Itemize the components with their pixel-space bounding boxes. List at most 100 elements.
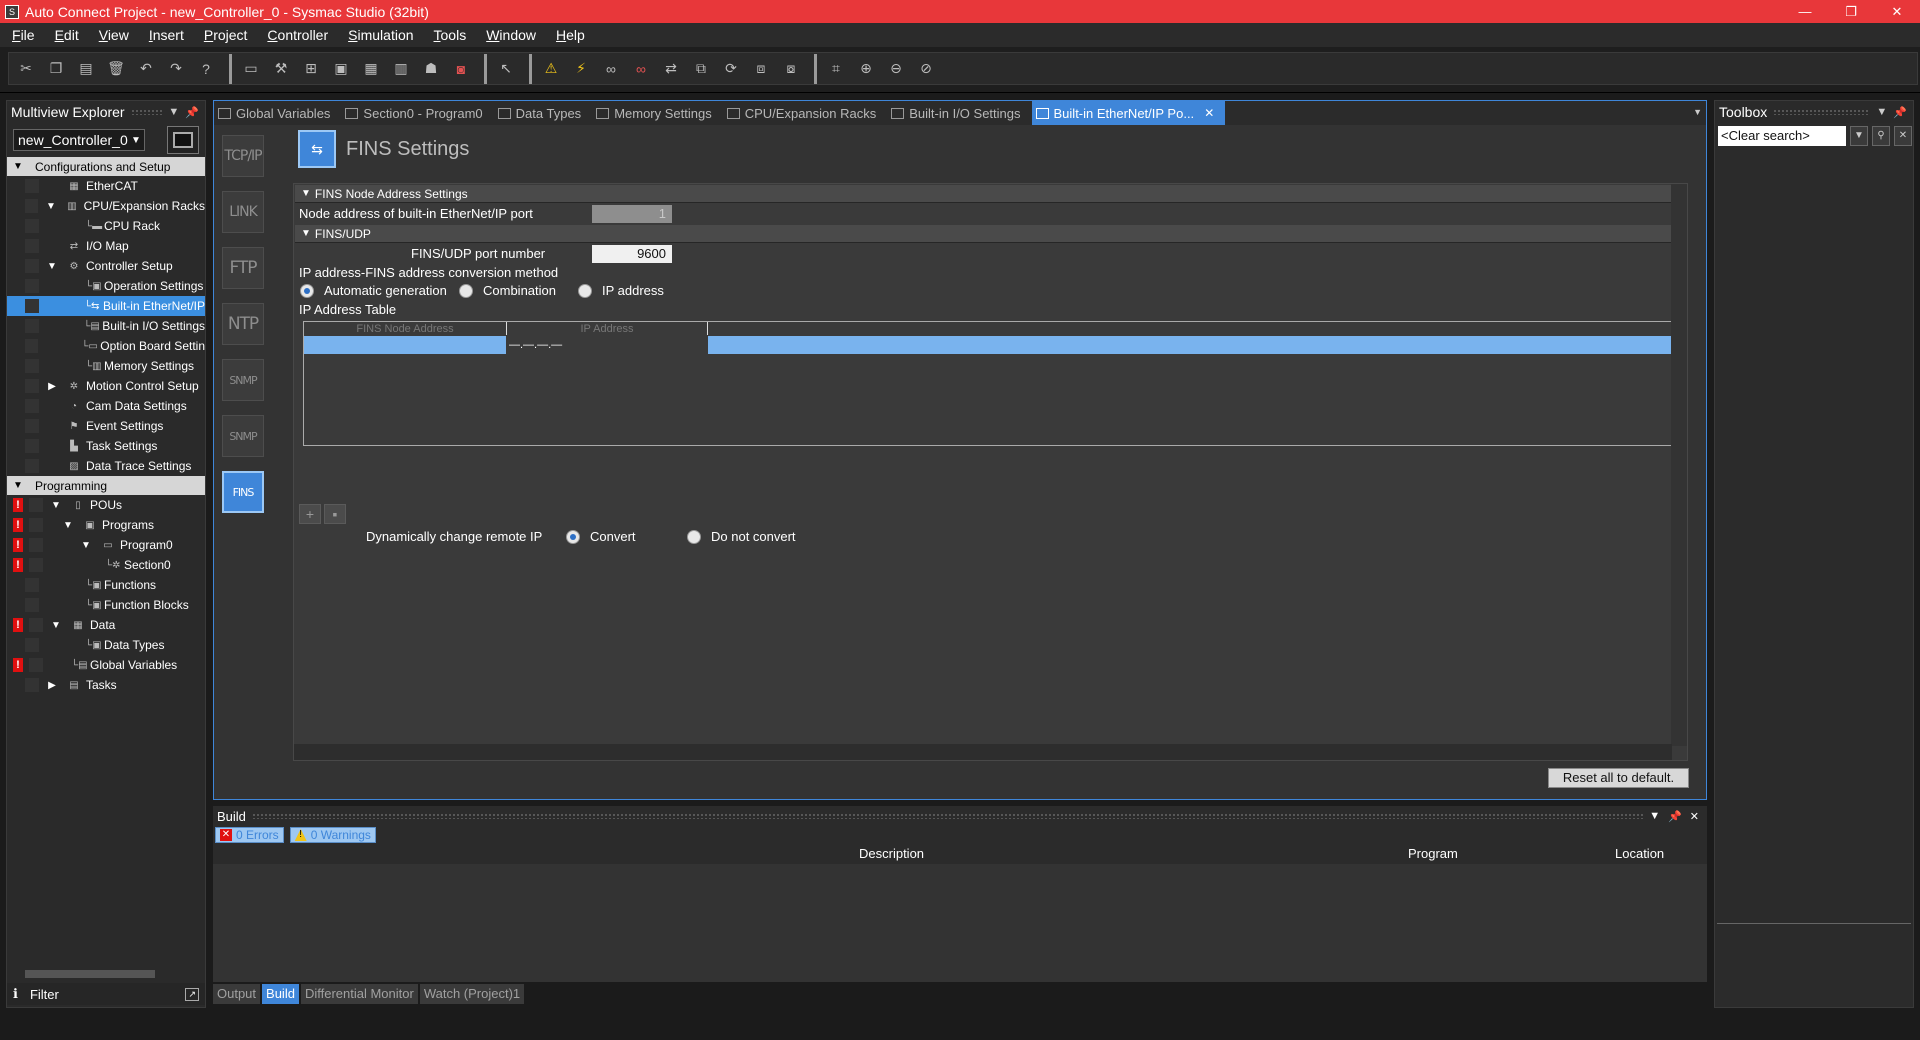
compare-icon[interactable]: ⧈: [748, 56, 774, 82]
tab-builtin-io[interactable]: Built-in I/O Settings: [887, 101, 1031, 125]
explorer-scrollbar[interactable]: [7, 967, 205, 981]
fit-icon[interactable]: ⌗: [823, 56, 849, 82]
menu-window[interactable]: Window: [474, 23, 544, 47]
nav-snmp[interactable]: SNMP: [222, 359, 264, 401]
reset-icon[interactable]: ⟳: [718, 56, 744, 82]
tree-item-cpu-rack[interactable]: └▬ CPU Rack: [7, 216, 205, 236]
tree-item-memory-settings[interactable]: └▥ Memory Settings: [7, 356, 205, 376]
tree-item-controller-setup[interactable]: ▼ ⚙ Controller Setup: [7, 256, 205, 276]
tree-item-pous[interactable]: ! ▼ ▯ POUs: [7, 495, 205, 515]
tab-cpu-racks[interactable]: CPU/Expansion Racks: [723, 101, 888, 125]
radio-combination[interactable]: Combination: [459, 283, 556, 298]
warning-icon[interactable]: ⚠: [538, 56, 564, 82]
nav-fins[interactable]: FINS: [222, 471, 264, 513]
link-icon[interactable]: ∞: [598, 56, 624, 82]
dropdown-icon[interactable]: ▼: [1649, 810, 1660, 822]
unlink-icon[interactable]: ∞: [628, 56, 654, 82]
close-tab-icon[interactable]: ✕: [1204, 106, 1214, 120]
table-icon[interactable]: ▦: [358, 56, 384, 82]
tree-item-tasks[interactable]: ▶ ▤ Tasks: [7, 675, 205, 695]
section-node-address[interactable]: ▼ FINS Node Address Settings: [295, 185, 1686, 203]
tree-item-ethercat[interactable]: ▦ EtherCAT: [7, 176, 205, 196]
reset-defaults-button[interactable]: Reset all to default.: [1548, 768, 1689, 788]
col-fins-node-address[interactable]: FINS Node Address: [304, 322, 507, 335]
radio-automatic-generation[interactable]: Automatic generation: [300, 283, 447, 298]
sync-icon[interactable]: ⧉: [688, 56, 714, 82]
tab-data-types[interactable]: Data Types: [494, 101, 593, 125]
clear-icon[interactable]: ✕: [1894, 126, 1912, 146]
help-icon[interactable]: ?: [193, 56, 219, 82]
tree-item-option-board[interactable]: └▭ Option Board Settin: [7, 336, 205, 356]
tree-item-builtin-ethernet[interactable]: └⇆ Built-in EtherNet/IP: [7, 296, 205, 316]
redo-icon[interactable]: ↷: [163, 56, 189, 82]
chevron-down-icon[interactable]: ▼: [1850, 126, 1868, 146]
tree-section-programming[interactable]: ▼ Programming: [7, 476, 205, 495]
dropdown-icon[interactable]: ▼: [1876, 106, 1887, 118]
controller-display-button[interactable]: [167, 126, 199, 154]
tree-item-cam-data[interactable]: ◔ Cam Data Settings: [7, 396, 205, 416]
warnings-filter[interactable]: ! 0 Warnings: [289, 827, 376, 843]
tab-memory-settings[interactable]: Memory Settings: [592, 101, 723, 125]
tree-item-io-map[interactable]: ⇄ I/O Map: [7, 236, 205, 256]
undo-icon[interactable]: ↶: [133, 56, 159, 82]
network-icon[interactable]: ⊞: [298, 56, 324, 82]
add-row-button[interactable]: +: [299, 504, 321, 524]
tree-item-operation-settings[interactable]: └▣ Operation Settings: [7, 276, 205, 296]
tab-differential-monitor[interactable]: Differential Monitor: [300, 984, 418, 1004]
zoom-in-icon[interactable]: ⊕: [853, 56, 879, 82]
tree-item-task-settings[interactable]: ▙ Task Settings: [7, 436, 205, 456]
dropdown-icon[interactable]: ▼: [168, 106, 179, 118]
tree-section-configurations[interactable]: ▼ Configurations and Setup: [7, 157, 205, 176]
pin-icon[interactable]: 📌: [185, 106, 199, 119]
minimize-button[interactable]: —: [1782, 0, 1828, 23]
tree-item-event-settings[interactable]: ⚑ Event Settings: [7, 416, 205, 436]
zoom-reset-icon[interactable]: ⊘: [913, 56, 939, 82]
window-icon[interactable]: ▭: [238, 56, 264, 82]
filter-bar[interactable]: ℹ Filter ↗: [7, 983, 205, 1005]
nav-ntp[interactable]: NTP: [222, 303, 264, 345]
ip-address-cell[interactable]: —.—.—.—: [507, 336, 708, 354]
transfer-icon[interactable]: ⇄: [658, 56, 684, 82]
tab-output[interactable]: Output: [213, 984, 261, 1004]
wrench-icon[interactable]: ⚒: [268, 56, 294, 82]
nav-snmp-trap[interactable]: SNMP: [222, 415, 264, 457]
menu-tools[interactable]: Tools: [422, 23, 475, 47]
col-location[interactable]: Location: [1615, 846, 1664, 861]
tab-watch[interactable]: Watch (Project)1: [419, 984, 525, 1004]
zoom-out-icon[interactable]: ⊖: [883, 56, 909, 82]
menu-controller[interactable]: Controller: [255, 23, 336, 47]
close-window-button[interactable]: ✕: [1874, 0, 1920, 23]
menu-simulation[interactable]: Simulation: [336, 23, 421, 47]
search-binoculars-icon[interactable]: ☗: [418, 56, 444, 82]
monitor-icon[interactable]: ▣: [328, 56, 354, 82]
tree-item-motion-control[interactable]: ▶ ✲ Motion Control Setup: [7, 376, 205, 396]
maximize-button[interactable]: ❐: [1828, 0, 1874, 23]
nav-link[interactable]: LINK: [222, 191, 264, 233]
tree-item-function-blocks[interactable]: └▣ Function Blocks: [7, 595, 205, 615]
tree-item-global-variables[interactable]: ! └▤ Global Variables: [7, 655, 205, 675]
menu-project[interactable]: Project: [192, 23, 256, 47]
close-icon[interactable]: ✕: [1690, 810, 1699, 823]
section-fins-udp[interactable]: ▼ FINS/UDP: [295, 225, 1686, 243]
warning-alt-icon[interactable]: ⚡: [568, 56, 594, 82]
errors-filter[interactable]: ✕ 0 Errors: [215, 827, 284, 843]
radio-ip-address[interactable]: IP address: [578, 283, 664, 298]
nav-tcpip[interactable]: TCP/IP: [222, 135, 264, 177]
radio-convert[interactable]: Convert: [566, 529, 636, 544]
tab-build[interactable]: Build: [262, 984, 299, 1004]
tree-item-data[interactable]: ! ▼ ▦ Data: [7, 615, 205, 635]
menu-edit[interactable]: Edit: [43, 23, 87, 47]
nav-ftp[interactable]: FTP: [222, 247, 264, 289]
paste-icon[interactable]: ▤: [73, 56, 99, 82]
stop-icon[interactable]: ◙: [448, 56, 474, 82]
search-icon[interactable]: ⚲: [1872, 126, 1890, 146]
tree-item-section0[interactable]: ! └✲ Section0: [7, 555, 205, 575]
radio-do-not-convert[interactable]: Do not convert: [687, 529, 796, 544]
menu-help[interactable]: Help: [544, 23, 593, 47]
toolbox-search-input[interactable]: <Clear search>: [1718, 126, 1846, 146]
menu-insert[interactable]: Insert: [137, 23, 192, 47]
settings-horizontal-scrollbar[interactable]: [294, 744, 1672, 760]
tree-item-data-types[interactable]: └▣ Data Types: [7, 635, 205, 655]
pointer-icon[interactable]: ↖: [493, 56, 519, 82]
tree-item-cpu-racks[interactable]: ▼ ▥ CPU/Expansion Racks: [7, 196, 205, 216]
